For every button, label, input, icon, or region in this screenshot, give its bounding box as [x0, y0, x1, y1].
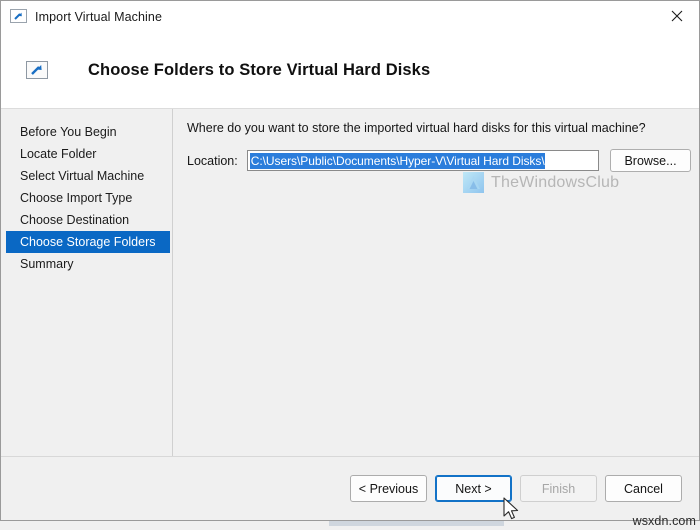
wizard-step-list: Before You Begin Locate Folder Select Vi…	[1, 109, 173, 456]
finish-button: Finish	[520, 475, 597, 502]
import-vm-icon	[10, 9, 27, 24]
page-title: Choose Folders to Store Virtual Hard Dis…	[88, 61, 430, 80]
wizard-body: Before You Begin Locate Folder Select Vi…	[1, 109, 699, 456]
window-title: Import Virtual Machine	[35, 10, 162, 24]
import-virtual-machine-window: Import Virtual Machine Choose Folders to…	[0, 0, 700, 521]
import-vm-icon	[26, 61, 48, 80]
source-watermark: wsxdn.com	[633, 514, 696, 528]
prompt-text: Where do you want to store the imported …	[187, 121, 699, 135]
location-input[interactable]: C:\Users\Public\Documents\Hyper-V\Virtua…	[247, 150, 599, 171]
wizard-footer: < Previous Next > Finish Cancel	[1, 456, 699, 520]
previous-button[interactable]: < Previous	[350, 475, 427, 502]
thewindowsclub-logo-icon	[463, 172, 484, 193]
sidebar-item-choose-import-type[interactable]: Choose Import Type	[6, 187, 170, 209]
site-watermark: TheWindowsClub	[463, 172, 619, 193]
sidebar-item-choose-destination[interactable]: Choose Destination	[6, 209, 170, 231]
sidebar-item-summary[interactable]: Summary	[6, 253, 170, 275]
cancel-button[interactable]: Cancel	[605, 475, 682, 502]
screenshot-root: Import Virtual Machine Choose Folders to…	[0, 0, 700, 530]
watermark-text: TheWindowsClub	[491, 174, 619, 192]
sidebar-item-locate-folder[interactable]: Locate Folder	[6, 143, 170, 165]
sidebar-item-choose-storage-folders[interactable]: Choose Storage Folders	[6, 231, 170, 253]
next-button[interactable]: Next >	[435, 475, 512, 502]
sidebar-item-select-virtual-machine[interactable]: Select Virtual Machine	[6, 165, 170, 187]
taskbar-strip	[329, 521, 504, 526]
location-row: Location: C:\Users\Public\Documents\Hype…	[187, 149, 691, 172]
location-label: Location:	[187, 154, 238, 168]
page-header: Choose Folders to Store Virtual Hard Dis…	[1, 32, 699, 109]
text-caret	[545, 154, 546, 168]
title-bar: Import Virtual Machine	[1, 1, 699, 32]
location-input-value: C:\Users\Public\Documents\Hyper-V\Virtua…	[250, 153, 545, 169]
wizard-content: Where do you want to store the imported …	[173, 109, 699, 456]
browse-button[interactable]: Browse...	[610, 149, 691, 172]
close-icon[interactable]	[654, 1, 699, 31]
sidebar-item-before-you-begin[interactable]: Before You Begin	[6, 121, 170, 143]
